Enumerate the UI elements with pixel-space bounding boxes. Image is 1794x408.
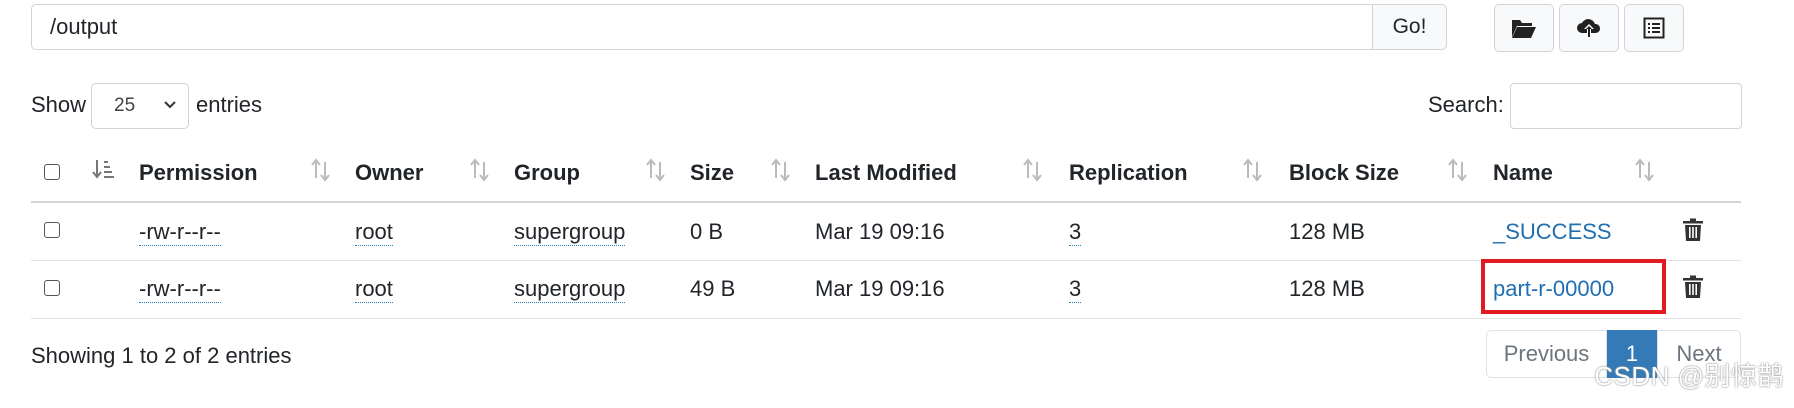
last-modified-value: Mar 19 09:16 — [815, 219, 945, 244]
sort-icon[interactable] — [770, 158, 792, 182]
replication-value[interactable]: 3 — [1069, 219, 1082, 246]
cut-paste-button[interactable] — [1624, 4, 1684, 52]
sort-icon[interactable] — [1447, 158, 1469, 182]
previous-button[interactable]: Previous — [1486, 330, 1607, 378]
permission-value[interactable]: -rw-r--r-- — [139, 219, 221, 246]
sort-icon[interactable] — [469, 158, 491, 182]
column-name[interactable]: Name — [1493, 160, 1553, 186]
column-size[interactable]: Size — [690, 160, 734, 186]
owner-value[interactable]: root — [355, 276, 393, 303]
row-checkbox[interactable] — [44, 222, 60, 238]
go-button[interactable]: Go! — [1372, 4, 1447, 50]
upload-button[interactable] — [1559, 4, 1619, 52]
column-last-modified[interactable]: Last Modified — [815, 160, 957, 186]
list-alt-icon — [1643, 17, 1665, 39]
cloud-upload-icon — [1577, 19, 1601, 37]
select-all-checkbox[interactable] — [44, 164, 60, 180]
entries-select-value: 25 — [114, 95, 136, 116]
size-value: 49 B — [690, 276, 736, 301]
trash-icon[interactable] — [1682, 218, 1704, 242]
column-owner[interactable]: Owner — [355, 160, 423, 186]
create-directory-button[interactable] — [1494, 4, 1554, 52]
row-divider — [31, 318, 1741, 319]
chevron-down-icon — [164, 101, 176, 109]
sort-icon[interactable] — [1634, 158, 1656, 182]
replication-value[interactable]: 3 — [1069, 276, 1082, 303]
folder-open-icon — [1512, 20, 1536, 38]
sort-icon[interactable] — [645, 158, 667, 182]
column-permission[interactable]: Permission — [139, 160, 258, 186]
watermark: CSDN @别惊鹊 — [1594, 361, 1784, 391]
highlight-annotation — [1481, 259, 1666, 314]
trash-icon[interactable] — [1682, 275, 1704, 299]
show-label: Show — [31, 92, 87, 117]
sort-desc-icon[interactable] — [92, 158, 116, 182]
group-value[interactable]: supergroup — [514, 219, 626, 246]
file-name-link[interactable]: _SUCCESS — [1493, 219, 1612, 245]
column-group[interactable]: Group — [514, 160, 580, 186]
size-value: 0 B — [690, 219, 724, 244]
column-block-size[interactable]: Block Size — [1289, 160, 1399, 186]
header-divider — [31, 201, 1741, 203]
sort-icon[interactable] — [1022, 158, 1044, 182]
entries-select[interactable]: 25 — [91, 83, 189, 129]
block-size-value: 128 MB — [1289, 276, 1365, 301]
last-modified-value: Mar 19 09:16 — [815, 276, 945, 301]
group-value[interactable]: supergroup — [514, 276, 626, 303]
sort-icon[interactable] — [310, 158, 332, 182]
search-label: Search: — [1428, 92, 1504, 117]
search-input[interactable] — [1510, 83, 1742, 129]
column-replication[interactable]: Replication — [1069, 160, 1188, 186]
block-size-value: 128 MB — [1289, 219, 1365, 244]
table-info: Showing 1 to 2 of 2 entries — [31, 343, 292, 368]
path-input[interactable] — [31, 4, 1373, 50]
entries-label: entries — [196, 92, 263, 117]
sort-icon[interactable] — [1242, 158, 1264, 182]
permission-value[interactable]: -rw-r--r-- — [139, 276, 221, 303]
row-checkbox[interactable] — [44, 280, 60, 296]
owner-value[interactable]: root — [355, 219, 393, 246]
